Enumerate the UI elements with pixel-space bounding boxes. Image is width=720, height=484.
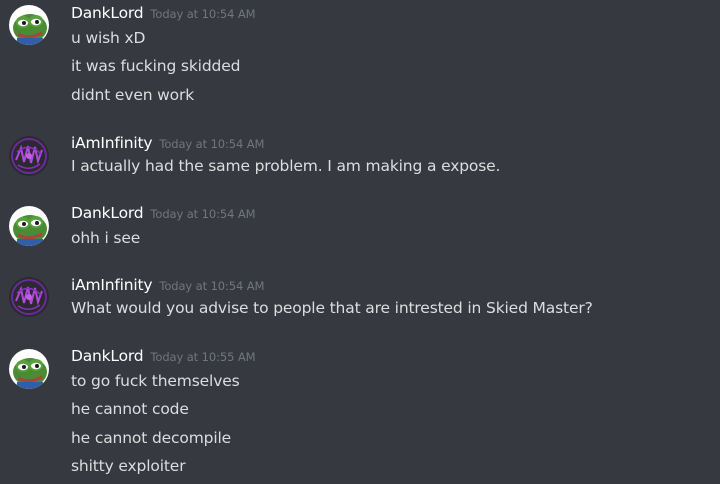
pepe-frog-avatar-icon[interactable] [9, 349, 49, 389]
timestamp: Today at 10:54 AM [159, 279, 265, 293]
username[interactable]: iAmInfinity [71, 134, 153, 152]
timestamp: Today at 10:54 AM [150, 207, 256, 221]
pepe-frog-avatar-icon[interactable] [9, 5, 49, 45]
username[interactable]: DankLord [71, 204, 144, 222]
pepe-frog-avatar-icon[interactable] [9, 206, 49, 246]
timestamp: Today at 10:54 AM [150, 7, 256, 21]
message-text: ohh i see [71, 229, 141, 247]
message-text: it was fucking skidded [71, 57, 241, 75]
message-list: DankLord Today at 10:54 AM u wish xD it w… [0, 0, 720, 484]
username[interactable]: DankLord [71, 347, 144, 365]
message-text: What would you advise to people that are… [71, 299, 593, 317]
message-text: to go fuck themselves [71, 372, 240, 390]
message-text: he cannot code [71, 400, 189, 418]
username[interactable]: iAmInfinity [71, 276, 153, 294]
purple-logo-avatar-icon[interactable] [9, 277, 49, 317]
message-text: u wish xD [71, 29, 146, 47]
purple-logo-avatar-icon[interactable] [9, 136, 49, 176]
message-text: shitty exploiter [71, 457, 186, 475]
message-text: didnt even work [71, 86, 195, 104]
username[interactable]: DankLord [71, 4, 144, 22]
message-text: I actually had the same problem. I am ma… [71, 157, 501, 175]
message-text: he cannot decompile [71, 429, 232, 447]
timestamp: Today at 10:54 AM [159, 137, 265, 151]
timestamp: Today at 10:55 AM [150, 350, 256, 364]
